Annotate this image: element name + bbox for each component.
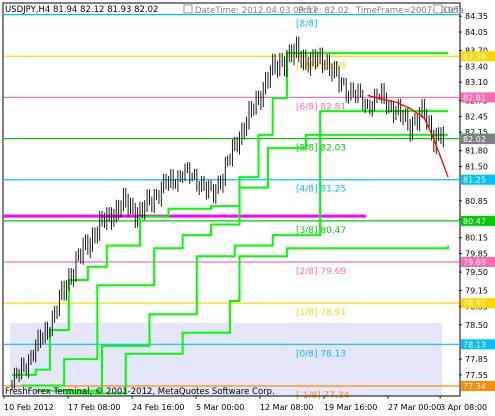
- y-tick-label: 77.85: [465, 355, 488, 364]
- y-tick-label: 84.35: [465, 12, 488, 21]
- y-tick-label: 77.55: [465, 371, 488, 380]
- murrey-price-tag: 83.59: [463, 52, 486, 61]
- default-checkbox[interactable]: [433, 4, 443, 14]
- murrey-price-tag: 80.47: [463, 217, 486, 226]
- price-readout: Price: 82.02: [298, 6, 349, 16]
- datetime-checkbox[interactable]: [183, 4, 193, 14]
- price-chart[interactable]: [8/8] [7/8] 83.59[6/8] 82.81[5/8] 82.03[…: [0, 0, 495, 416]
- y-tick-label: 84.05: [465, 28, 488, 37]
- y-tick-label: 80.15: [465, 234, 488, 243]
- murrey-level-label: [8/8]: [296, 20, 318, 30]
- default-label: Defa: [444, 6, 464, 16]
- murrey-price-tag: 81.25: [463, 176, 486, 185]
- x-tick-label: 24 Feb 16:00: [132, 403, 184, 412]
- murrey-price-tag: 82.81: [463, 93, 486, 102]
- y-tick-label: 81.80: [465, 147, 488, 156]
- y-tick-label: 82.45: [465, 112, 488, 121]
- copyright-footer: FreshForex Terminal, © 2001-2012, MetaQu…: [5, 387, 275, 397]
- y-tick-label: 79.15: [465, 286, 488, 295]
- murrey-level-label: [2/8] 79.69: [296, 267, 346, 277]
- y-tick-label: 78.50: [465, 321, 488, 330]
- x-tick-label: 27 Mar 00:00: [388, 403, 441, 412]
- x-tick-label: 3 Apr 08:00: [440, 403, 487, 412]
- murrey-price-tag: 77.34: [463, 382, 486, 391]
- y-tick-label: 79.50: [465, 268, 488, 277]
- murrey-price-tag: 79.69: [463, 258, 486, 267]
- murrey-price-tag: 78.13: [463, 340, 486, 349]
- x-tick-label: 17 Feb 08:00: [68, 403, 120, 412]
- x-tick-label: 19 Mar 16:00: [324, 403, 377, 412]
- price-tags: 83.5982.8182.0381.2580.4779.6978.9178.13…: [461, 51, 495, 391]
- y-tick-label: 81.50: [465, 163, 488, 172]
- x-tick-label: 10 Feb 2012: [4, 403, 54, 412]
- y-tick-label: 80.85: [465, 197, 488, 206]
- x-tick-label: 12 Mar 08:00: [260, 403, 313, 412]
- murrey-level-label: [0/8] 78.13: [296, 349, 346, 359]
- current-price-tag: 82.02: [463, 135, 486, 144]
- murrey-level-label: [1/8] 78.91: [296, 308, 346, 318]
- murrey-price-tag: 78.91: [463, 299, 486, 308]
- x-tick-label: 5 Mar 00:00: [196, 403, 244, 412]
- symbol-info: USDJPY,H4 81.94 82.12 81.93 82.02: [5, 5, 158, 15]
- y-tick-label: 83.40: [465, 62, 488, 71]
- y-tick-label: 83.10: [465, 78, 488, 87]
